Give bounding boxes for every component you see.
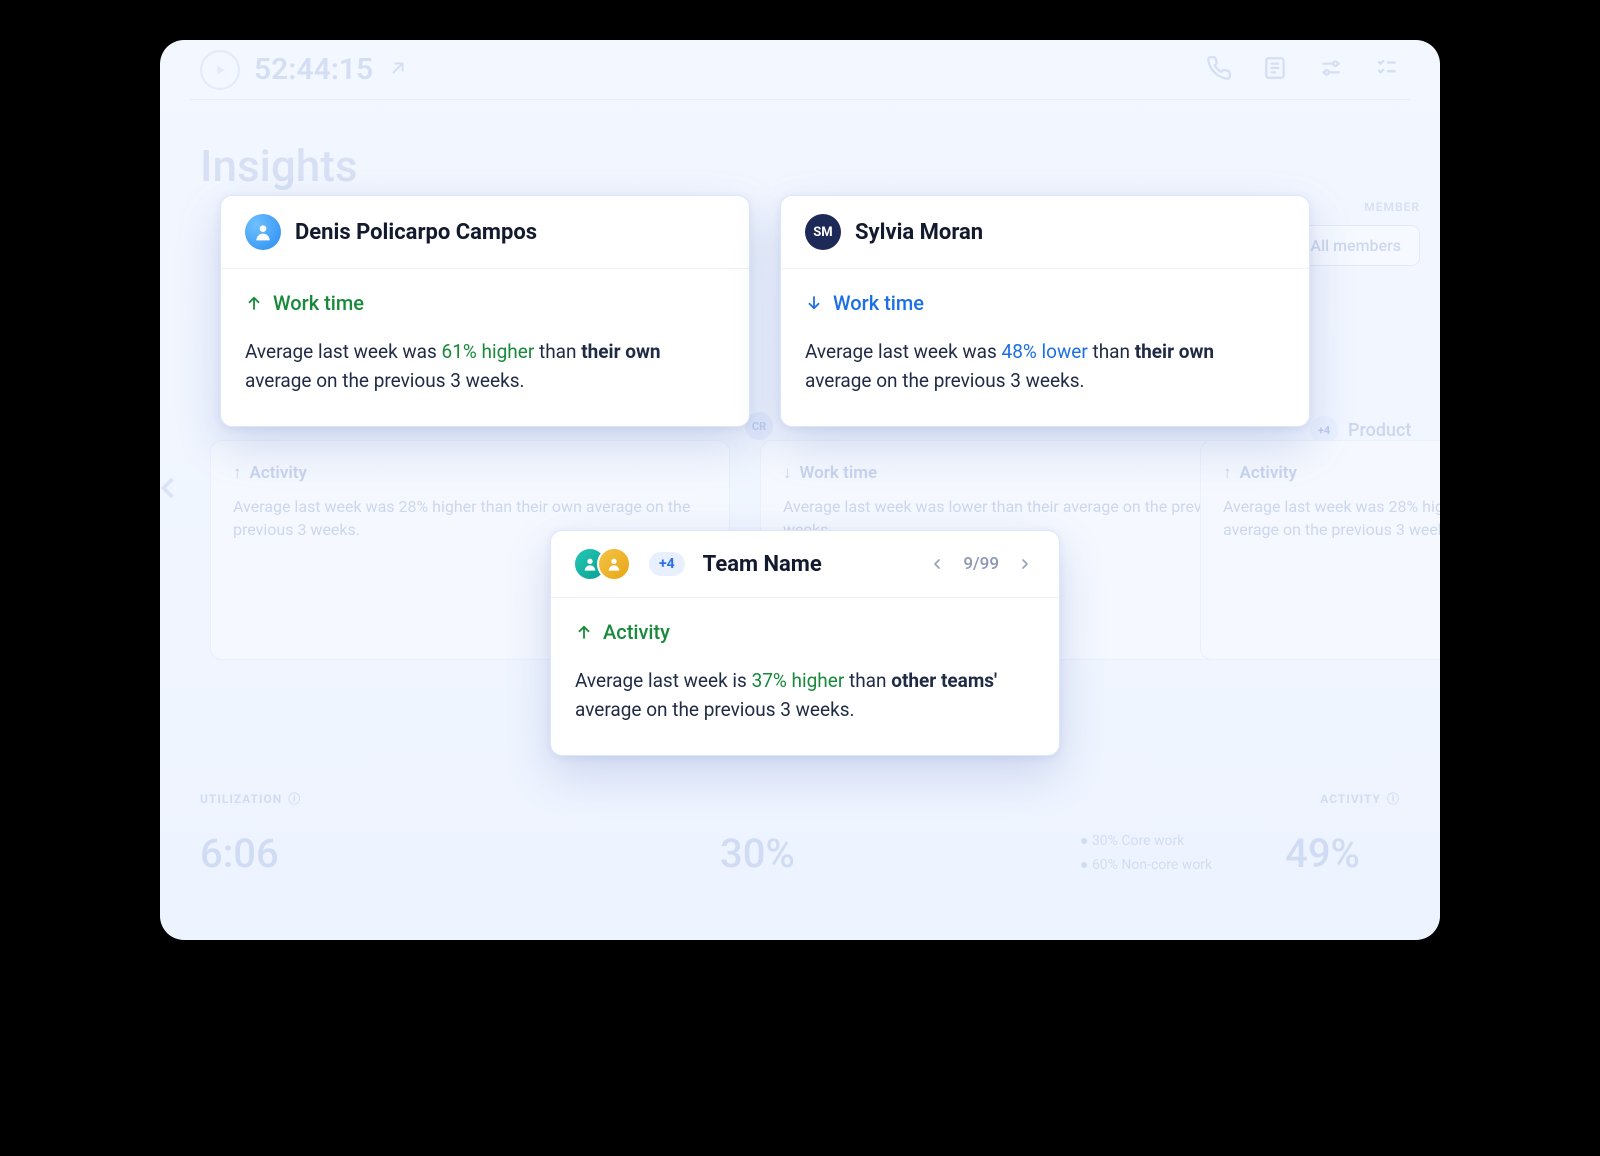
utilization-value: 6:06 [200, 830, 279, 877]
avatar [597, 547, 631, 581]
insight-description: Average last week is 37% higher than oth… [575, 666, 1035, 725]
info-icon: ⓘ [1387, 790, 1400, 807]
team-card-header: +4 Team Name 9/99 [551, 531, 1059, 598]
highlight-value: 61% higher [442, 340, 535, 363]
info-icon: ⓘ [288, 790, 301, 807]
arrow-down-icon [805, 294, 823, 312]
pager-prev-button[interactable] [925, 552, 949, 576]
more-count-badge: +4 [649, 552, 685, 576]
play-icon [200, 50, 240, 90]
pager: 9/99 [925, 552, 1037, 576]
bg-timer-area: 52:44:15 [200, 50, 409, 90]
bg-bottom-stats: UTILIZATIONⓘ ACTIVITYⓘ 6:06 30% ● 30% Co… [200, 790, 1400, 910]
metric-label: Work time [833, 291, 924, 315]
person-name: Sylvia Moran [855, 220, 983, 245]
bg-timer-value: 52:44:15 [254, 52, 373, 87]
chevron-right-icon [1017, 556, 1033, 572]
avatar-initials: SM [805, 214, 841, 250]
bg-card-body: Average last week was 28% higher than ot… [1223, 495, 1440, 541]
background-layer: 52:44:15 Insights MEMBER All members +4 … [160, 40, 1440, 940]
carousel-prev-icon[interactable] [160, 470, 186, 510]
pager-next-button[interactable] [1013, 552, 1037, 576]
avatar [245, 214, 281, 250]
activity-value: 49% [1285, 830, 1360, 877]
bg-product-text: Product [1348, 420, 1411, 441]
notes-icon [1262, 55, 1288, 85]
card-body: Work time Average last week was 61% high… [221, 269, 749, 426]
metric-label: Work time [273, 291, 364, 315]
bg-card-heading: ↑Activity [233, 463, 707, 483]
insight-description: Average last week was 61% higher than th… [245, 337, 725, 396]
insight-card-sylvia[interactable]: SM Sylvia Moran Work time Average last w… [780, 195, 1310, 427]
metric-work-time-up: Work time [245, 291, 725, 315]
phone-icon [1206, 55, 1232, 85]
activity-label: ACTIVITYⓘ [1320, 790, 1400, 807]
metric-label: Activity [603, 620, 670, 644]
chevron-left-icon [929, 556, 945, 572]
metric-activity-up: Activity [575, 620, 1035, 644]
bg-card-heading: ↓Work time [783, 463, 1257, 483]
person-name: Denis Policarpo Campos [295, 220, 537, 245]
arrow-down-icon: ↓ [783, 463, 792, 483]
insights-dashboard: 52:44:15 Insights MEMBER All members +4 … [160, 40, 1440, 940]
insight-card-team[interactable]: +4 Team Name 9/99 Activity Average last … [550, 530, 1060, 756]
tasks-icon [1374, 55, 1400, 85]
utilization-percent: 30% [720, 830, 795, 877]
bg-topbar: 52:44:15 [190, 40, 1410, 100]
metric-work-time-down: Work time [805, 291, 1285, 315]
member-filter-dropdown[interactable]: All members [1291, 225, 1420, 266]
card-header: Denis Policarpo Campos [221, 196, 749, 269]
arrow-up-icon: ↑ [1223, 463, 1232, 483]
bg-card-activity-2: ↑Activity Average last week was 28% high… [1200, 440, 1440, 660]
arrow-up-icon [575, 623, 593, 641]
bg-card-heading: ↑Activity [1223, 463, 1440, 483]
arrow-up-icon: ↑ [233, 463, 242, 483]
pager-position: 9/99 [963, 554, 999, 574]
legend-core: ● 30% Core work [1080, 830, 1212, 854]
utilization-label: UTILIZATIONⓘ [200, 790, 301, 807]
member-filter-label: MEMBER [1364, 200, 1420, 214]
sliders-icon [1318, 55, 1344, 85]
insight-description: Average last week was 48% lower than the… [805, 337, 1285, 396]
utilization-legend: ● 30% Core work ● 60% Non-core work [1080, 830, 1212, 878]
page-title: Insights [200, 140, 358, 192]
highlight-value: 37% higher [752, 669, 845, 692]
avatar-stack [573, 547, 631, 581]
card-header: SM Sylvia Moran [781, 196, 1309, 269]
card-body: Activity Average last week is 37% higher… [551, 598, 1059, 755]
arrow-up-icon [245, 294, 263, 312]
bg-toolbar-icons [1206, 55, 1400, 85]
insight-card-denis[interactable]: Denis Policarpo Campos Work time Average… [220, 195, 750, 427]
card-body: Work time Average last week was 48% lowe… [781, 269, 1309, 426]
external-link-icon [387, 52, 409, 87]
highlight-value: 48% lower [1002, 340, 1088, 363]
legend-noncore: ● 60% Non-core work [1080, 854, 1212, 878]
team-name: Team Name [703, 552, 822, 577]
